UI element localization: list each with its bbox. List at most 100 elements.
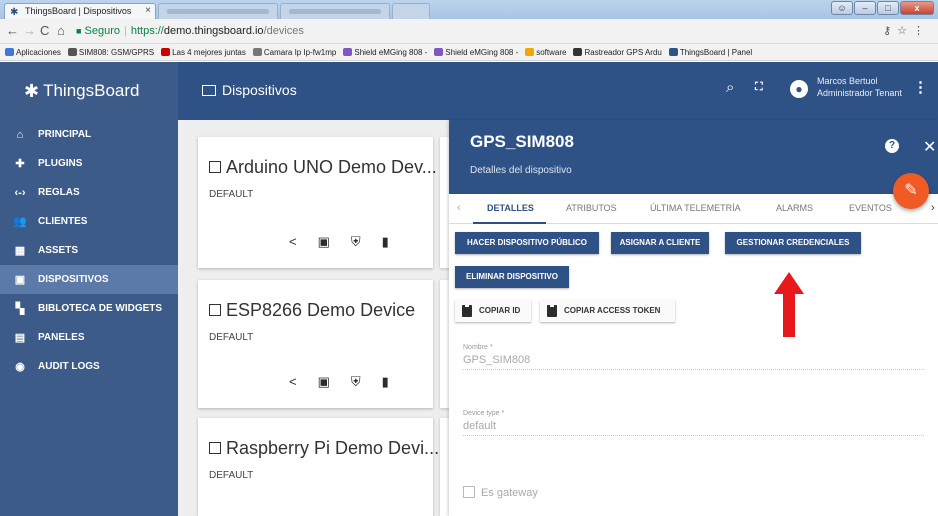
- sidebar-item-plugins[interactable]: ✚ PLUGINS: [0, 149, 178, 178]
- close-icon[interactable]: ✕: [923, 137, 936, 157]
- device-checkbox[interactable]: [209, 161, 221, 173]
- manage-credentials-button[interactable]: GESTIONAR CREDENCIALES: [725, 232, 861, 254]
- bookmark-item[interactable]: Camara Ip Ip-fw1mp: [252, 44, 336, 60]
- assign-customer-button[interactable]: ASIGNAR A CLIENTE: [611, 232, 709, 254]
- sidebar-item-bibloteca-de-widgets[interactable]: ▚ BIBLOTECA DE WIDGETS: [0, 294, 178, 323]
- sidebar-item-label: CLIENTES: [38, 216, 88, 227]
- chevron-left-icon[interactable]: ‹: [457, 202, 461, 214]
- assign-customer-icon[interactable]: ▣: [318, 374, 330, 390]
- bookmark-favicon-icon: [343, 48, 353, 56]
- device-card[interactable]: ESP8266 Demo Device DEFAULT < ▣ ⛨ ▮: [198, 280, 433, 408]
- tab-details[interactable]: DETALLES: [487, 203, 534, 213]
- device-checkbox[interactable]: [209, 304, 221, 316]
- device-type: DEFAULT: [209, 332, 254, 343]
- sidebar-item-label: PRINCIPAL: [38, 129, 92, 140]
- credentials-shield-icon[interactable]: ⛨: [351, 374, 361, 390]
- bookmark-item[interactable]: Aplicaciones: [5, 44, 61, 60]
- copy-id-button[interactable]: COPIAR ID: [455, 300, 531, 322]
- bookmark-item[interactable]: Rastreador GPS Ardu: [573, 44, 662, 60]
- device-checkbox[interactable]: [209, 442, 221, 454]
- audit-icon: ◉: [15, 361, 25, 373]
- avatar[interactable]: ●: [790, 80, 808, 98]
- delete-icon[interactable]: ▮: [382, 234, 389, 250]
- sidebar-item-dispositivos[interactable]: ▣ DISPOSITIVOS: [0, 265, 178, 294]
- device-card[interactable]: Arduino UNO Demo Dev... DEFAULT < ▣ ⛨ ▮: [198, 137, 437, 268]
- brand[interactable]: ✱ ThingsBoard: [0, 62, 178, 120]
- detail-header: GPS_SIM808 Detalles del dispositivo ? ✕: [449, 120, 938, 194]
- browser-tab-background[interactable]: [158, 3, 278, 19]
- bookmark-favicon-icon: [573, 48, 583, 56]
- user-info[interactable]: Marcos Bertuol Administrador Tenant: [817, 75, 902, 99]
- widgets-icon: ▚: [15, 303, 25, 315]
- chevron-right-icon[interactable]: ›: [931, 202, 935, 214]
- home-browser-icon[interactable]: ⌂: [57, 23, 65, 38]
- sidebar-item-assets[interactable]: ▦ ASSETS: [0, 236, 178, 265]
- device-card[interactable]: Raspberry Pi Demo Devi... DEFAULT: [198, 418, 439, 516]
- annotation-arrow: [774, 272, 804, 337]
- reload-icon[interactable]: C: [40, 23, 49, 38]
- bookmark-item[interactable]: SIM808: GSM/GPRS: [67, 44, 154, 60]
- home-icon: ⌂: [16, 128, 24, 141]
- bookmark-item[interactable]: ThingsBoard | Panel: [668, 44, 753, 60]
- make-public-button[interactable]: HACER DISPOSITIVO PÚBLICO: [455, 232, 599, 254]
- copy-access-token-button[interactable]: COPIAR ACCESS TOKEN: [540, 300, 675, 322]
- sidebar: ✱ ThingsBoard ⌂ PRINCIPAL ✚ PLUGINS ‹-› REGLA…: [0, 62, 178, 516]
- name-field[interactable]: Nombre * GPS_SIM808: [463, 344, 924, 370]
- delete-icon[interactable]: ▮: [382, 374, 389, 390]
- bookmark-label: Aplicaciones: [16, 48, 61, 57]
- back-arrow-icon[interactable]: ←: [6, 23, 19, 38]
- browser-tab-new[interactable]: [392, 3, 430, 19]
- more-vert-icon[interactable]: ⋮: [913, 78, 928, 96]
- browser-tab-active[interactable]: ✱ ThingsBoard | Dispositivos ×: [4, 3, 156, 19]
- name-label: Nombre *: [463, 344, 493, 351]
- bookmark-favicon-icon: [252, 48, 262, 56]
- assign-customer-icon[interactable]: ▣: [318, 234, 330, 250]
- share-icon[interactable]: <: [289, 374, 297, 390]
- browser-tab-background[interactable]: [280, 3, 390, 19]
- window-close-icon[interactable]: x: [900, 1, 934, 15]
- share-icon[interactable]: <: [289, 234, 297, 250]
- minimize-icon[interactable]: –: [854, 1, 876, 15]
- sidebar-item-paneles[interactable]: ▤ PANELES: [0, 323, 178, 352]
- sidebar-item-principal[interactable]: ⌂ PRINCIPAL: [0, 120, 178, 149]
- sidebar-item-reglas[interactable]: ‹-› REGLAS: [0, 178, 178, 207]
- device-name: Raspberry Pi Demo Devi...: [226, 438, 440, 458]
- tab-alarms[interactable]: ALARMS: [776, 203, 813, 213]
- delete-device-button[interactable]: ELIMINAR DISPOSITIVO: [455, 266, 569, 288]
- search-icon[interactable]: ⌕: [726, 79, 734, 96]
- forward-arrow-icon[interactable]: →: [23, 23, 36, 38]
- credentials-shield-icon[interactable]: ⛨: [351, 234, 361, 250]
- fullscreen-icon[interactable]: ⛶: [755, 81, 763, 94]
- name-value: GPS_SIM808: [463, 354, 924, 370]
- bookmark-favicon-icon: [67, 48, 77, 56]
- window-user-icon[interactable]: ☺: [831, 1, 853, 15]
- bookmark-label: ThingsBoard | Panel: [679, 48, 753, 57]
- device-name: ESP8266 Demo Device: [226, 300, 416, 320]
- devices-icon: ▣: [14, 274, 26, 286]
- window-controls: ☺ – □ x: [831, 1, 934, 15]
- page-title-text: Dispositivos: [222, 82, 297, 98]
- sidebar-item-audit-logs[interactable]: ◉ AUDIT LOGS: [0, 352, 178, 381]
- url-field[interactable]: ■ Seguro | https://demo.thingsboard.io/dev…: [76, 22, 876, 40]
- bookmark-item[interactable]: Shield eMGing 808 -: [434, 44, 518, 60]
- tab-events[interactable]: EVENTOS: [849, 203, 892, 213]
- close-tab-icon[interactable]: ×: [145, 4, 151, 18]
- device-type-field[interactable]: Device type * default: [463, 410, 924, 436]
- bookmark-item[interactable]: Shield eMGing 808 -: [343, 44, 428, 60]
- help-icon[interactable]: ?: [885, 139, 899, 153]
- user-name: Marcos Bertuol: [817, 76, 878, 86]
- thingsboard-logo-icon: ✱: [24, 80, 40, 101]
- bookmark-label: Shield eMGing 808 -: [354, 48, 428, 57]
- bookmark-item[interactable]: Las 4 mejores juntas: [161, 44, 246, 60]
- tab-latest-telemetry[interactable]: ÚLTIMA TELEMETRÍA: [650, 203, 741, 213]
- tab-attributes[interactable]: ATRIBUTOS: [566, 203, 617, 213]
- url-scheme: https://: [130, 25, 164, 37]
- detail-subtitle: Detalles del dispositivo: [470, 165, 572, 176]
- key-star-icons[interactable]: ⚷☆⋮: [883, 24, 930, 37]
- copy-token-label: COPIAR ACCESS TOKEN: [564, 306, 661, 315]
- maximize-icon[interactable]: □: [877, 1, 899, 15]
- sidebar-item-clientes[interactable]: 👥 CLIENTES: [0, 207, 178, 236]
- bookmark-item[interactable]: software: [525, 44, 566, 60]
- bookmarks-bar: Aplicaciones SIM808: GSM/GPRS Las 4 mejore…: [0, 44, 938, 61]
- is-gateway-checkbox[interactable]: Es gateway: [463, 486, 538, 499]
